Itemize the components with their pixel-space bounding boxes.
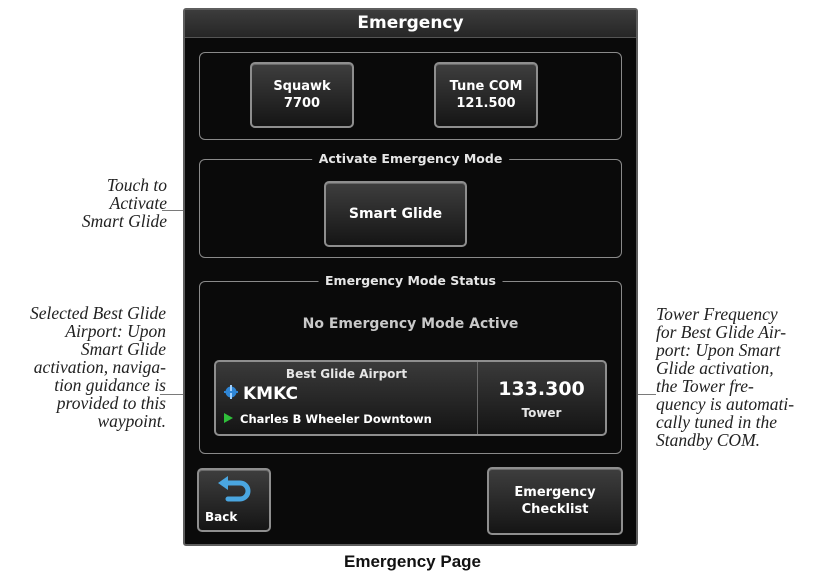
smart-glide-label: Smart Glide	[348, 205, 443, 222]
airport-symbol-icon	[224, 384, 238, 404]
back-arrow-icon	[216, 476, 252, 509]
emergency-screen: Emergency Squawk 7700 Tune COM 121.500 A…	[183, 8, 638, 546]
page-title: Emergency	[185, 10, 636, 38]
figure-caption: Emergency Page	[343, 552, 481, 571]
green-triangle-icon	[224, 412, 233, 426]
emergency-checklist-line1: Emergency	[514, 485, 596, 500]
airport-name-row: Charles B Wheeler Downtown	[224, 412, 432, 426]
airport-name: Charles B Wheeler Downtown	[240, 412, 432, 426]
emergency-mode-status-group: Emergency Mode Status No Emergency Mode …	[199, 273, 622, 454]
squawk-code: 7700	[283, 96, 321, 111]
quick-actions-group: Squawk 7700 Tune COM 121.500	[199, 52, 622, 140]
emergency-checklist-line2: Checklist	[521, 502, 589, 517]
best-glide-airport-info: Best Glide Airport KMKC Charles B Wheele…	[216, 362, 478, 434]
annotation-tower-frequency: Tower Frequency for Best Glide Air- port…	[656, 304, 795, 450]
squawk-label: Squawk	[273, 79, 331, 94]
airport-identifier: KMKC	[243, 384, 298, 404]
activate-emergency-mode-title: Activate Emergency Mode	[311, 151, 510, 167]
back-button[interactable]: Back	[197, 468, 271, 532]
best-glide-airport-button[interactable]: Best Glide Airport KMKC Charles B Wheele…	[214, 360, 607, 436]
squawk-button[interactable]: Squawk 7700	[250, 62, 354, 128]
activate-emergency-mode-group: Activate Emergency Mode Smart Glide	[199, 151, 622, 258]
annotation-best-glide-airport: Selected Best Glide Airport: Upon Smart …	[29, 303, 166, 431]
tune-com-frequency: 121.500	[456, 96, 516, 111]
airport-identifier-row: KMKC	[224, 384, 298, 404]
tower-frequency-info: 133.300 Tower	[478, 362, 605, 434]
annotation-smart-glide: Touch to Activate Smart Glide	[81, 175, 167, 231]
back-label: Back	[205, 510, 238, 524]
tune-com-label: Tune COM	[449, 79, 523, 94]
frequency-type: Tower	[521, 406, 562, 420]
tower-frequency: 133.300	[498, 378, 585, 400]
tune-com-button[interactable]: Tune COM 121.500	[434, 62, 538, 128]
status-text: No Emergency Mode Active	[302, 316, 519, 332]
emergency-mode-status-title: Emergency Mode Status	[318, 273, 503, 289]
emergency-checklist-button[interactable]: Emergency Checklist	[487, 467, 623, 535]
smart-glide-button[interactable]: Smart Glide	[324, 181, 467, 247]
best-glide-airport-title: Best Glide Airport	[285, 367, 408, 381]
